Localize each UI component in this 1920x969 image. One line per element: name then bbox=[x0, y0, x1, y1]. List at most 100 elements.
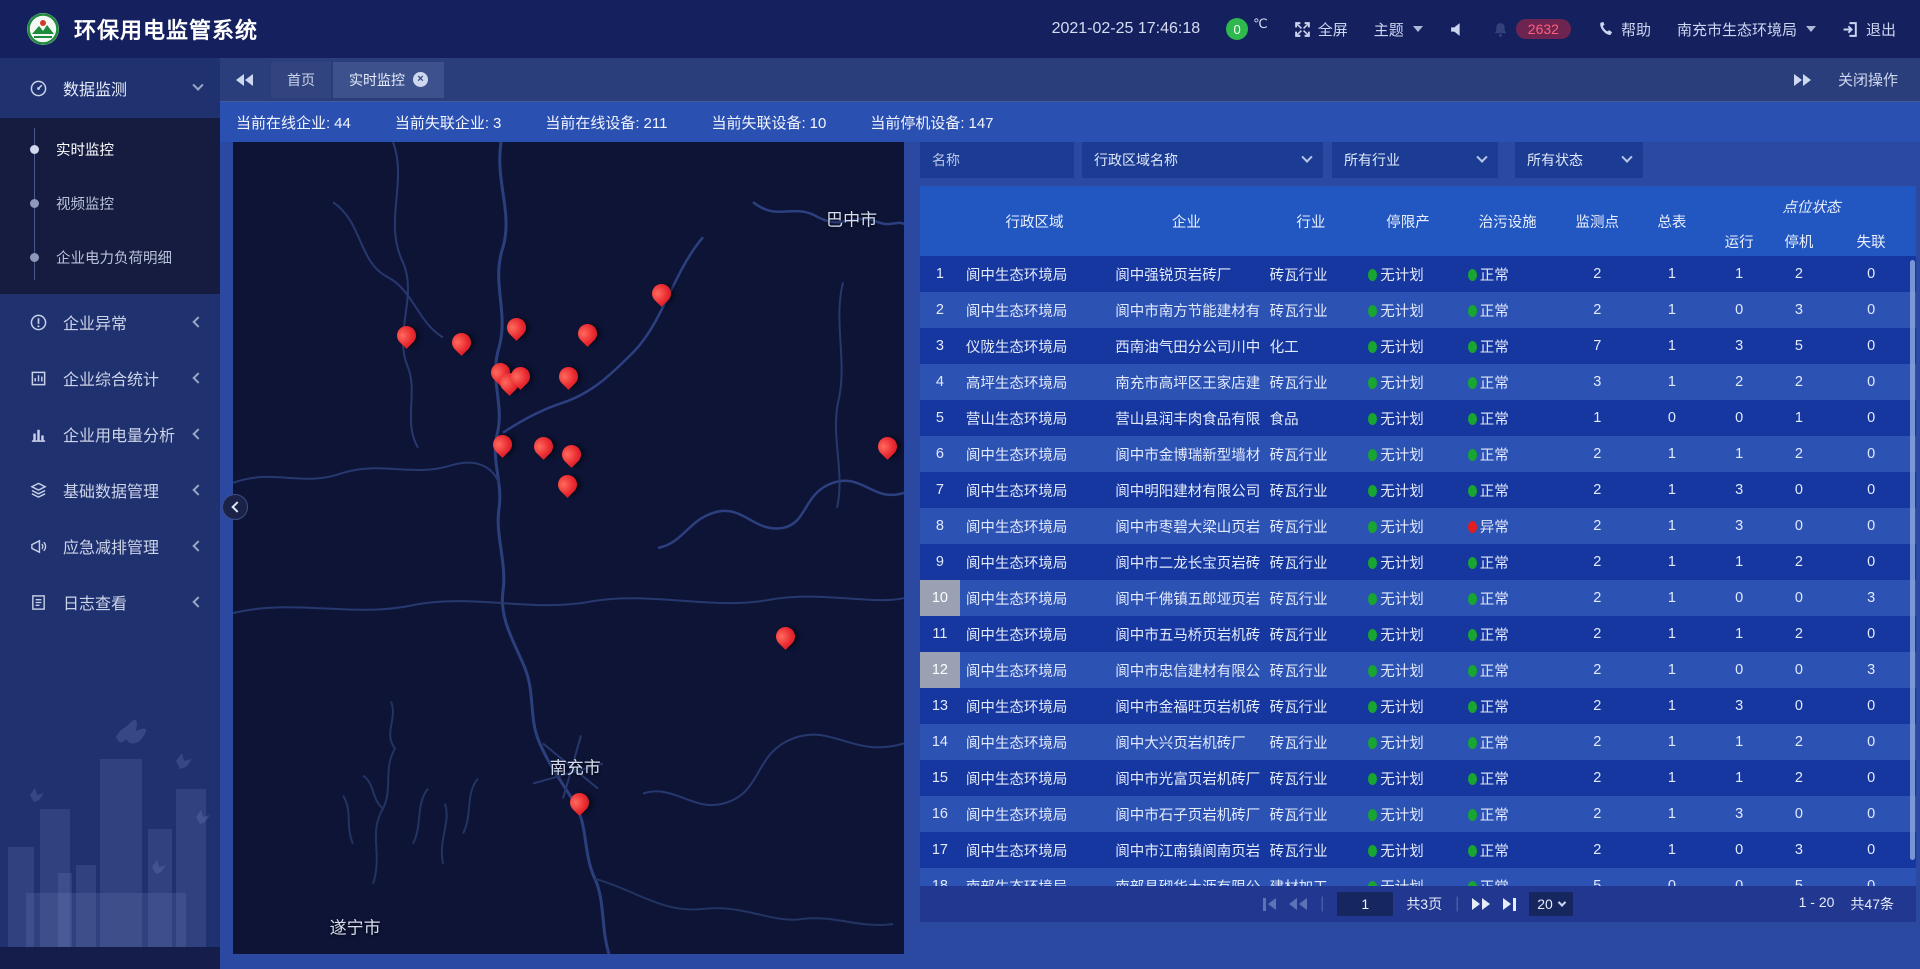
tabs-scroll-left-button[interactable] bbox=[231, 67, 257, 93]
cell-company: 阆中市光富页岩机砖厂 bbox=[1109, 760, 1263, 796]
chevron-down-icon bbox=[1558, 898, 1566, 906]
page-size-select[interactable]: 20 bbox=[1529, 892, 1573, 916]
table-row[interactable]: 16 阆中生态环境局 阆中市石子页岩机砖厂 砖瓦行业 无计划 正常 2 1 3 … bbox=[920, 796, 1916, 832]
table-row[interactable]: 14 阆中生态环境局 阆中大兴页岩机砖厂 砖瓦行业 无计划 正常 2 1 1 2… bbox=[920, 724, 1916, 760]
status-dot-green bbox=[1368, 413, 1377, 425]
speaker-icon bbox=[1449, 21, 1466, 38]
cell-industry: 砖瓦行业 bbox=[1264, 472, 1359, 508]
cell-stop: 0 bbox=[1772, 508, 1827, 544]
panel-collapse-button[interactable] bbox=[222, 494, 248, 520]
tabs-scroll-right-button[interactable] bbox=[1790, 67, 1816, 93]
sidebar-item-video-monitoring[interactable]: 视频监控 bbox=[0, 176, 220, 230]
tab-close-icon[interactable]: × bbox=[413, 72, 428, 87]
cell-region: 阆中生态环境局 bbox=[960, 292, 1109, 328]
tabs: 首页 实时监控 × bbox=[271, 62, 1790, 98]
cell-company: 阆中明阳建材有限公司 bbox=[1109, 472, 1263, 508]
table-row[interactable]: 4 高坪生态环境局 南充市高坪区王家店建 砖瓦行业 无计划 正常 3 1 2 2… bbox=[920, 364, 1916, 400]
table-row[interactable]: 17 阆中生态环境局 阆中市江南镇阆南页岩 砖瓦行业 无计划 正常 2 1 0 … bbox=[920, 832, 1916, 868]
tab-home[interactable]: 首页 bbox=[271, 62, 331, 98]
status-select[interactable]: 所有状态 bbox=[1515, 142, 1643, 178]
cell-limit-status: 无计划 bbox=[1358, 832, 1458, 868]
fullscreen-button[interactable]: 全屏 bbox=[1294, 19, 1348, 40]
prev-page-button[interactable] bbox=[1289, 898, 1307, 910]
table-row[interactable]: 12 阆中生态环境局 阆中市忠信建材有限公 砖瓦行业 无计划 正常 2 1 0 … bbox=[920, 652, 1916, 688]
close-operations-button[interactable]: 关闭操作 bbox=[1838, 69, 1898, 90]
tab-bar: 首页 实时监控 × 关闭操作 bbox=[220, 58, 1920, 102]
mute-button[interactable] bbox=[1449, 21, 1466, 38]
table-row[interactable]: 7 阆中生态环境局 阆中明阳建材有限公司 砖瓦行业 无计划 正常 2 1 3 0… bbox=[920, 472, 1916, 508]
table-row[interactable]: 3 仪陇生态环境局 西南油气田分公司川中 化工 无计划 正常 7 1 3 5 0 bbox=[920, 328, 1916, 364]
sidebar-item-base-data-management[interactable]: 基础数据管理 bbox=[0, 462, 220, 518]
sidebar-item-realtime-monitoring[interactable]: 实时监控 bbox=[0, 122, 220, 176]
bullet-dot-icon bbox=[30, 199, 39, 208]
sidebar-item-power-load-detail[interactable]: 企业电力负荷明细 bbox=[0, 230, 220, 284]
table-scroll-area[interactable]: 行政区域 企业 行业 停限产 治污设施 监测点 总表 点位状态 bbox=[920, 186, 1916, 886]
row-index: 2 bbox=[920, 292, 960, 328]
status-dot bbox=[1468, 341, 1477, 353]
cell-run: 3 bbox=[1707, 508, 1772, 544]
cell-industry: 砖瓦行业 bbox=[1264, 256, 1359, 292]
table-row[interactable]: 1 阆中生态环境局 阆中强锐页岩砖厂 砖瓦行业 无计划 正常 2 1 1 2 0 bbox=[920, 256, 1916, 292]
table-header: 行政区域 企业 行业 停限产 治污设施 监测点 总表 点位状态 bbox=[920, 186, 1916, 256]
cell-points: 1 bbox=[1557, 400, 1637, 436]
cell-lost: 0 bbox=[1826, 832, 1916, 868]
table-body: 1 阆中生态环境局 阆中强锐页岩砖厂 砖瓦行业 无计划 正常 2 1 1 2 0… bbox=[920, 256, 1916, 886]
table-scrollbar[interactable] bbox=[1910, 260, 1915, 860]
table-row[interactable]: 5 营山生态环境局 营山县润丰肉食品有限 食品 无计划 正常 1 0 0 1 0 bbox=[920, 400, 1916, 436]
sidebar-item-electricity-analysis[interactable]: 企业用电量分析 bbox=[0, 406, 220, 462]
row-index: 16 bbox=[920, 796, 960, 832]
org-dropdown[interactable]: 南充市生态环境局 bbox=[1677, 19, 1816, 40]
cell-lost: 0 bbox=[1826, 292, 1916, 328]
cell-meters: 1 bbox=[1637, 472, 1707, 508]
sidebar-item-enterprise-statistics[interactable]: 企业综合统计 bbox=[0, 350, 220, 406]
industry-select[interactable]: 所有行业 bbox=[1332, 142, 1498, 178]
logout-label: 退出 bbox=[1866, 19, 1896, 40]
cell-facility-status: 正常 bbox=[1458, 652, 1558, 688]
table-row[interactable]: 8 阆中生态环境局 阆中市枣碧大梁山页岩 砖瓦行业 无计划 异常 2 1 3 0… bbox=[920, 508, 1916, 544]
cell-region: 仪陇生态环境局 bbox=[960, 328, 1109, 364]
sidebar-item-log-view[interactable]: 日志查看 bbox=[0, 574, 220, 630]
cell-region: 阆中生态环境局 bbox=[960, 472, 1109, 508]
workspace: 巴中市南充市遂宁市 行政区域名称 所有行业 bbox=[220, 142, 1920, 969]
cell-limit-status: 无计划 bbox=[1358, 436, 1458, 472]
sidebar-item-enterprise-abnormal[interactable]: 企业异常 bbox=[0, 294, 220, 350]
table-row[interactable]: 10 阆中生态环境局 阆中千佛镇五郎垭页岩 砖瓦行业 无计划 正常 2 1 0 … bbox=[920, 580, 1916, 616]
map-panel[interactable]: 巴中市南充市遂宁市 bbox=[233, 142, 904, 954]
table-row[interactable]: 15 阆中生态环境局 阆中市光富页岩机砖厂 砖瓦行业 无计划 正常 2 1 1 … bbox=[920, 760, 1916, 796]
next-page-button[interactable] bbox=[1472, 898, 1490, 910]
cell-company: 南部县砌华土沥有限公 bbox=[1109, 868, 1263, 886]
col-region: 行政区域 bbox=[960, 186, 1109, 256]
temperature-unit: ℃ bbox=[1253, 16, 1268, 32]
table-row[interactable]: 13 阆中生态环境局 阆中市金福旺页岩机砖 砖瓦行业 无计划 正常 2 1 3 … bbox=[920, 688, 1916, 724]
logout-button[interactable]: 退出 bbox=[1842, 19, 1896, 40]
name-search-input[interactable] bbox=[920, 142, 1074, 178]
theme-dropdown[interactable]: 主题 bbox=[1374, 19, 1423, 40]
cell-region: 阆中生态环境局 bbox=[960, 832, 1109, 868]
cell-run: 3 bbox=[1707, 328, 1772, 364]
cell-facility-status: 正常 bbox=[1458, 472, 1558, 508]
bullet-dot-icon bbox=[30, 145, 39, 154]
sidebar-item-data-monitoring[interactable]: 数据监测 bbox=[0, 58, 220, 118]
table-row[interactable]: 11 阆中生态环境局 阆中市五马桥页岩机砖 砖瓦行业 无计划 正常 2 1 1 … bbox=[920, 616, 1916, 652]
sidebar-item-emergency-reduction[interactable]: 应急减排管理 bbox=[0, 518, 220, 574]
megaphone-icon bbox=[30, 538, 47, 555]
cell-industry: 砖瓦行业 bbox=[1264, 436, 1359, 472]
table-row[interactable]: 6 阆中生态环境局 阆中市金博瑞新型墙材 砖瓦行业 无计划 正常 2 1 1 2… bbox=[920, 436, 1916, 472]
cell-facility-status: 正常 bbox=[1458, 832, 1558, 868]
row-index: 3 bbox=[920, 328, 960, 364]
page-number-input[interactable] bbox=[1337, 892, 1393, 916]
stat-item: 当前在线企业:44 bbox=[236, 112, 351, 133]
status-dot-green bbox=[1368, 773, 1377, 785]
notifications[interactable]: 2632 bbox=[1492, 19, 1571, 39]
region-select[interactable]: 行政区域名称 bbox=[1082, 142, 1323, 178]
last-page-button[interactable] bbox=[1503, 898, 1516, 911]
table-row[interactable]: 2 阆中生态环境局 阆中市南方节能建材有 砖瓦行业 无计划 正常 2 1 0 3… bbox=[920, 292, 1916, 328]
cell-region: 阆中生态环境局 bbox=[960, 796, 1109, 832]
tab-realtime-monitoring[interactable]: 实时监控 × bbox=[333, 62, 444, 98]
help-button[interactable]: 帮助 bbox=[1597, 19, 1651, 40]
sidebar-item-label: 企业异常 bbox=[63, 310, 194, 334]
table-row[interactable]: 18 南部生态环境局 南部县砌华土沥有限公 建材加工 无计划 正常 5 0 0 … bbox=[920, 868, 1916, 886]
table-row[interactable]: 9 阆中生态环境局 阆中市二龙长宝页岩砖 砖瓦行业 无计划 正常 2 1 1 2… bbox=[920, 544, 1916, 580]
first-page-button[interactable] bbox=[1263, 898, 1276, 911]
cell-company: 营山县润丰肉食品有限 bbox=[1109, 400, 1263, 436]
